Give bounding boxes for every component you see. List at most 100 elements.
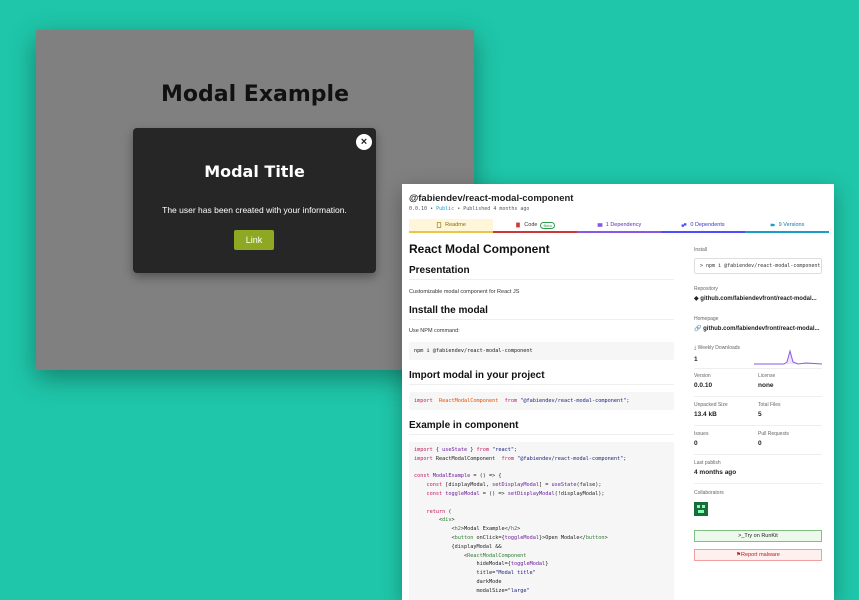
code-line: import { useState } from "react"; <box>414 447 518 453</box>
tab-code-label: Code <box>524 222 538 228</box>
homepage-label: Homepage <box>694 316 719 322</box>
code-line: <button onClick={toggleModal}>Open Modal… <box>414 534 608 541</box>
beta-badge: Beta <box>540 221 555 229</box>
install-label: Install <box>694 247 708 253</box>
license-value: none <box>758 382 774 389</box>
issues-label: Issues <box>694 431 709 437</box>
published-text: Published 4 months ago <box>463 206 530 212</box>
install-heading: Install the modal <box>409 305 674 320</box>
pull-requests-value[interactable]: 0 <box>758 440 762 447</box>
tab-code[interactable]: Code Beta <box>493 219 577 233</box>
tab-dependencies[interactable]: 1 Dependency <box>577 219 661 233</box>
version-value: 0.0.10 <box>694 382 713 389</box>
code-line: import ReactModalComponent from "@fabien… <box>414 455 627 462</box>
collaborators-label: Collaborators <box>694 490 724 496</box>
code-keyword: from <box>504 398 518 404</box>
divider <box>694 396 822 397</box>
weekly-downloads-value: 1 <box>694 356 698 363</box>
npm-package-page: @fabiendev/react-modal-component 0.0.10 … <box>402 184 834 600</box>
total-files-value: 5 <box>758 411 762 418</box>
prompt-icon: > <box>700 263 704 269</box>
tab-readme-label: Readme <box>445 222 466 228</box>
example-heading: Example in component <box>409 420 674 435</box>
report-malware-button[interactable]: ⚑Report malware <box>694 549 822 561</box>
code-line: const ModalExample = () => { <box>414 473 502 480</box>
code-component: ReactModalComponent <box>439 398 499 404</box>
repository-url: github.com/fabiendevfront/react-modal... <box>700 296 817 302</box>
code-line: <ReactModalComponent <box>414 552 527 559</box>
package-name: @fabiendev/react-modal-component <box>409 193 574 204</box>
code-file-icon <box>516 222 521 228</box>
weekly-downloads-label: ⤓ Weekly Downloads <box>694 345 741 351</box>
modal-title: Modal Title <box>204 162 305 181</box>
code-line: title="Modal title" <box>414 570 536 577</box>
code-string: "@fabiendev/react-modal-component"; <box>520 398 630 404</box>
example-code-block: import { useState } from "react"; import … <box>409 442 674 600</box>
repository-label: Repository <box>694 286 718 292</box>
unpacked-size-label: Unpacked Size <box>694 402 728 408</box>
divider <box>694 425 822 426</box>
install-text: Use NPM command: <box>409 328 460 334</box>
code-line: darkMode <box>414 578 502 585</box>
modal-dialog: × Modal Title The user has been created … <box>133 128 376 273</box>
presentation-heading: Presentation <box>409 265 674 280</box>
close-icon[interactable]: × <box>356 134 372 150</box>
code-line: return ( <box>426 508 452 515</box>
meta-separator: • <box>430 206 434 212</box>
code-line: const [displayModal, setDisplayModal] = … <box>426 482 602 489</box>
issues-value[interactable]: 0 <box>694 440 698 447</box>
install-code-block: npm i @fabiendev/react-modal-component <box>409 342 674 360</box>
homepage-url: github.com/fabiendevfront/react-modal... <box>703 326 820 332</box>
divider <box>694 483 822 484</box>
code-line: npm i @fabiendev/react-modal-component <box>414 348 533 354</box>
code-line: import ReactModalComponent from "@fabien… <box>414 397 669 406</box>
collaborator-avatar[interactable] <box>694 502 708 516</box>
version-label: Version <box>694 373 711 379</box>
code-line: <div> <box>414 517 455 524</box>
install-command: npm i @fabiendev/react-modal-component <box>706 263 821 269</box>
tag-icon <box>770 223 776 227</box>
modal-text: The user has been created with your info… <box>162 205 347 215</box>
readme-title: React Modal Component <box>409 242 550 256</box>
file-icon <box>436 222 442 228</box>
unpacked-size-value: 13.4 kB <box>694 411 717 418</box>
downloads-sparkline <box>754 349 822 365</box>
presentation-text: Customizable modal component for React J… <box>409 289 520 295</box>
last-publish-label: Last publish <box>694 460 721 466</box>
try-runkit-button[interactable]: >_Try on RunKit <box>694 530 822 542</box>
repository-link[interactable]: ◆ github.com/fabiendevfront/react-modal.… <box>694 295 822 302</box>
divider <box>694 368 822 369</box>
import-heading: Import modal in your project <box>409 370 674 385</box>
modal-link-button[interactable]: Link <box>234 230 274 250</box>
divider <box>694 454 822 455</box>
code-keyword: import <box>414 398 433 404</box>
tab-versions-label: 9 Versions <box>778 222 805 228</box>
boxes-icon <box>681 223 687 227</box>
code-line: hideModal={toggleModal} <box>414 561 549 568</box>
tab-dependents-label: 0 Dependents <box>690 222 725 228</box>
box-icon <box>597 223 603 227</box>
total-files-label: Total Files <box>758 402 781 408</box>
package-tabs: Readme Code Beta 1 Dependency 0 Dependen… <box>409 219 829 233</box>
install-command-box[interactable]: > npm i @fabiendev/react-modal-component <box>694 258 822 274</box>
package-version: 0.0.10 <box>409 206 428 212</box>
pull-requests-label: Pull Requests <box>758 431 789 437</box>
demo-title: Modal Example <box>161 82 349 107</box>
tab-readme[interactable]: Readme <box>409 219 493 233</box>
code-line: <h2>Modal Example</h2> <box>414 526 521 533</box>
tab-dependents[interactable]: 0 Dependents <box>661 219 745 233</box>
meta-separator: • <box>457 206 461 212</box>
visibility-badge: Public <box>436 206 455 212</box>
tab-versions[interactable]: 9 Versions <box>745 219 829 233</box>
homepage-link[interactable]: 🔗 github.com/fabiendevfront/react-modal.… <box>694 325 822 332</box>
code-line: const toggleModal = () => setDisplayModa… <box>426 490 605 497</box>
license-label: License <box>758 373 776 379</box>
weekly-downloads-text: Weekly Downloads <box>697 345 741 351</box>
report-malware-label: Report malware <box>741 552 780 558</box>
code-line: modalSize="large" <box>414 587 530 594</box>
import-code-block: import ReactModalComponent from "@fabien… <box>409 392 674 410</box>
code-line: {displayModal && <box>414 543 502 550</box>
last-publish-value: 4 months ago <box>694 469 737 476</box>
